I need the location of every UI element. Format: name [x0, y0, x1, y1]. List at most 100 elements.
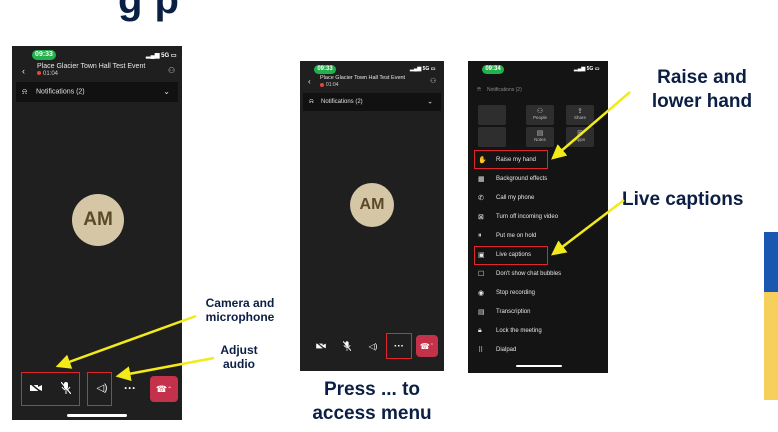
menu-label: Turn off incoming video — [496, 213, 559, 220]
status-time: 09:34 — [482, 65, 504, 74]
home-indicator — [67, 414, 127, 417]
notifications-bar[interactable]: ⍾ Notifications (2) ⌄ — [16, 82, 178, 102]
share-button[interactable]: ⇪ Share — [566, 105, 594, 125]
flag-banner-yellow — [764, 292, 778, 400]
menu-label: Put me on hold — [496, 232, 537, 239]
meeting-timer: 01:04 — [37, 71, 58, 77]
apps-button[interactable]: ⊞ Apps — [566, 127, 594, 147]
menu-item-stop-recording[interactable]: ◉ Stop recording — [468, 283, 606, 302]
menu-label: Dialpad — [496, 346, 517, 353]
chevron-down-icon: ⌃ — [167, 386, 173, 393]
bell-icon: ⍾ — [309, 98, 314, 105]
back-chevron-icon[interactable]: ‹ — [22, 66, 25, 76]
notes-icon: ▤ — [536, 130, 544, 137]
slide-title: g p — [118, 0, 180, 22]
notifications-label: Notifications (2) — [487, 87, 522, 93]
participants-icon[interactable]: ⚇ — [168, 66, 175, 75]
chevron-down-icon: ⌄ — [163, 87, 170, 97]
more-options-highlight — [386, 333, 412, 359]
camera-mic-callout: Camera and microphone — [205, 296, 275, 324]
record-icon: ◉ — [478, 289, 485, 297]
meeting-title: Place Glacier Town Hall Test Event — [37, 63, 146, 70]
menu-item-chat-bubbles[interactable]: ☐ Don't show chat bubbles — [468, 264, 606, 283]
raise-hand-callout: Raise and lower hand — [651, 67, 753, 112]
menu-item-dialpad[interactable]: ⠿ Dialpad — [468, 340, 606, 359]
dialpad-icon: ⠿ — [478, 346, 484, 354]
menu-label: Call my phone — [496, 194, 535, 201]
transcript-icon: ▤ — [478, 308, 485, 316]
menu-label: Lock the meeting — [496, 327, 542, 334]
status-time: 09:33 — [314, 65, 336, 74]
grid-cell-blank — [478, 105, 506, 125]
notifications-label: Notifications (2) — [36, 88, 85, 96]
raise-hand-highlight — [474, 150, 548, 169]
status-time: 09:33 — [32, 50, 56, 60]
adjust-audio-callout: Adjust audio — [220, 343, 258, 371]
audio-highlight — [87, 372, 112, 406]
network-label: 5G — [422, 66, 430, 72]
status-signal: ▂▄▆ 5G ▭ — [574, 66, 599, 72]
signal-bars-icon: ▂▄▆ — [574, 66, 586, 72]
people-icon: ⚇ — [536, 108, 544, 115]
meeting-timer: 01:04 — [320, 82, 339, 88]
battery-icon: ▭ — [594, 66, 600, 72]
avatar: AM — [350, 183, 394, 227]
menu-item-lock-meeting[interactable]: 🔒︎ Lock the meeting — [468, 321, 606, 340]
chevron-down-icon: ⌄ — [427, 98, 433, 106]
avatar: AM — [72, 194, 124, 246]
microphone-off-icon[interactable] — [336, 335, 358, 357]
menu-item-transcription[interactable]: ▤ Transcription — [468, 302, 606, 321]
more-options-icon[interactable]: ··· — [118, 374, 142, 402]
speaker-icon[interactable]: ◁) — [362, 335, 384, 357]
battery-icon: ▭ — [430, 66, 436, 72]
grid-cell-blank — [478, 127, 506, 147]
camera-mic-highlight — [21, 372, 80, 406]
notifications-bar[interactable]: ⍾ Notifications (2) ⌄ — [303, 93, 441, 111]
chat-icon: ☐ — [478, 270, 485, 278]
back-chevron-icon[interactable]: ‹ — [308, 77, 311, 86]
participants-icon[interactable]: ⚇ — [430, 77, 436, 85]
recording-dot-icon — [320, 82, 324, 87]
live-captions-highlight — [474, 246, 548, 265]
camera-off-icon[interactable] — [310, 335, 332, 357]
menu-label: Transcription — [496, 308, 531, 315]
background-icon: ▦ — [478, 175, 485, 183]
chevron-down-icon: ⌃ — [429, 343, 435, 349]
network-label: 5G — [586, 66, 594, 72]
menu-item-call-my-phone[interactable]: ✆ Call my phone — [468, 188, 606, 207]
menu-item-background-effects[interactable]: ▦ Background effects — [468, 169, 606, 188]
notifications-label: Notifications (2) — [321, 99, 363, 105]
video-off-icon: ⊠ — [478, 213, 484, 221]
battery-icon: ▭ — [170, 53, 177, 59]
hang-up-button[interactable]: ☎ ⌃ — [416, 335, 438, 357]
phone-screen-2: 09:33 ▂▄▆ 5G ▭ ‹ Place Glacier Town Hall… — [300, 61, 444, 371]
share-icon: ⇪ — [577, 108, 583, 115]
status-signal: ▂▄▆ 5G ▭ — [410, 66, 435, 72]
menu-label: Don't show chat bubbles — [496, 270, 562, 277]
flag-banner-blue — [764, 232, 778, 292]
phone-screen-1: 09:33 ▂▄▆ 5G ▭ ‹ Place Glacier Town Hall… — [12, 46, 182, 420]
menu-item-hold[interactable]: ⏸ Put me on hold — [468, 226, 606, 245]
status-signal: ▂▄▆ 5G ▭ — [146, 52, 177, 59]
menu-label: Background effects — [496, 175, 548, 182]
menu-label: Stop recording — [496, 289, 536, 296]
home-indicator — [516, 365, 562, 367]
press-menu-caption: Press ... to access menu — [312, 379, 432, 424]
live-captions-callout: Live captions — [622, 189, 744, 210]
notes-button[interactable]: ▤ Notes — [526, 127, 554, 147]
people-button[interactable]: ⚇ People — [526, 105, 554, 125]
phone-screen-3: 09:34 ▂▄▆ 5G ▭ ⍾ Notifications (2) ⚇ Peop… — [468, 61, 608, 373]
bell-icon: ⍾ — [477, 86, 481, 93]
hang-up-button[interactable]: ☎ ⌃ — [150, 376, 178, 402]
notifications-bar[interactable]: ⍾ Notifications (2) — [471, 83, 605, 97]
apps-icon: ⊞ — [577, 130, 583, 137]
signal-bars-icon: ▂▄▆ — [146, 53, 160, 59]
pause-icon: ⏸ — [478, 231, 482, 239]
recording-dot-icon — [37, 71, 41, 76]
menu-item-turn-off-video[interactable]: ⊠ Turn off incoming video — [468, 207, 606, 226]
meeting-title: Place Glacier Town Hall Test Event — [320, 75, 406, 81]
lock-icon: 🔒︎ — [478, 326, 482, 334]
phone-icon: ✆ — [478, 194, 484, 202]
signal-bars-icon: ▂▄▆ — [410, 66, 422, 72]
network-label: 5G — [161, 53, 170, 59]
